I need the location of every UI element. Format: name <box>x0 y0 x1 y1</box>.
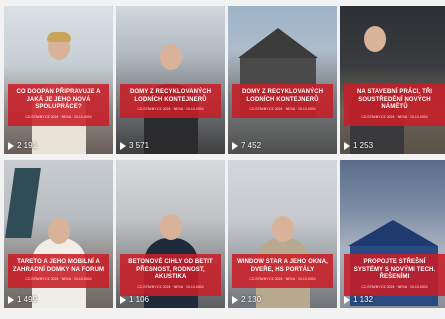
video-meta: CZ-STAVBY.CZ 2024 · NEXA · 10.10.2024 <box>137 284 204 289</box>
video-meta: CZ-STAVBY.CZ 2024 · NEXA · 10.10.2024 <box>137 107 204 111</box>
video-tile[interactable]: BETONOVÉ CIHLY OD BETIT PŘESNOST, RODNOS… <box>116 160 225 308</box>
video-grid: CO DOOPAN PŘIPRAVUJE A JAKÁ JE JEHO NOVÁ… <box>0 0 445 319</box>
video-thumbnail <box>4 6 113 154</box>
video-title: WINDOW STAR A JEHO OKNA, DVEŘE, HS PORTÁ… <box>237 259 328 273</box>
person-head <box>272 216 294 242</box>
view-count: 1 499 <box>8 295 37 305</box>
tent-roof <box>348 220 438 246</box>
view-count: 2 130 <box>232 295 261 305</box>
play-icon <box>120 296 126 304</box>
video-tile[interactable]: CO DOOPAN PŘIPRAVUJE A JAKÁ JE JEHO NOVÁ… <box>4 6 113 154</box>
play-icon <box>8 142 14 150</box>
video-caption: TARETO A JEHO MOBILNÍ A ZAHRADNÍ DOMKY N… <box>8 254 109 288</box>
video-tile[interactable]: DOMY Z RECYKLOVANÝCH LODNÍCH KONTEJNERŮ … <box>116 6 225 154</box>
view-count: 2 191 <box>8 141 37 151</box>
view-count-value: 1 132 <box>353 295 374 304</box>
video-title: TARETO A JEHO MOBILNÍ A ZAHRADNÍ DOMKY N… <box>12 259 105 273</box>
video-caption: NA STAVEBNÍ PRÁCI, TŘI SOUSTŘEDĚNÍ NOVÝC… <box>344 84 445 126</box>
person-head <box>160 214 182 240</box>
video-title: PROPOJTE STŘEŠNÍ SYSTÉMY S NOVÝMI TECH. … <box>353 259 436 280</box>
play-icon <box>232 142 238 150</box>
video-meta: CZ-STAVBY.CZ 2024 · NEXA · 10.10.2024 <box>25 277 92 281</box>
person-head <box>48 218 70 244</box>
view-count-value: 1 253 <box>353 141 374 150</box>
view-count-value: 3 571 <box>129 141 150 150</box>
view-count-value: 1 499 <box>17 295 38 304</box>
play-icon <box>344 142 350 150</box>
play-icon <box>344 296 350 304</box>
video-caption: BETONOVÉ CIHLY OD BETIT PŘESNOST, RODNOS… <box>120 254 221 296</box>
video-caption: WINDOW STAR A JEHO OKNA, DVEŘE, HS PORTÁ… <box>232 254 333 288</box>
view-count: 1 253 <box>344 141 373 151</box>
video-title: BETONOVÉ CIHLY OD BETIT PŘESNOST, RODNOS… <box>128 259 213 280</box>
video-meta: CZ-STAVBY.CZ 2024 · NEXA · 10.10.2024 <box>361 114 428 119</box>
video-meta: CZ-STAVBY.CZ 2024 · NEXA · 10.10.2024 <box>361 284 428 289</box>
person-head <box>364 26 386 52</box>
play-icon <box>232 296 238 304</box>
banner-flag <box>5 168 41 238</box>
view-count-value: 2 130 <box>241 295 262 304</box>
play-icon <box>8 296 14 304</box>
view-count-value: 1 106 <box>129 295 150 304</box>
video-caption: DOMY Z RECYKLOVANÝCH LODNÍCH KONTEJNERŮ … <box>120 84 221 118</box>
person-head <box>160 44 182 70</box>
video-thumbnail <box>340 6 445 154</box>
video-caption: PROPOJTE STŘEŠNÍ SYSTÉMY S NOVÝMI TECH. … <box>344 254 445 296</box>
video-meta: CZ-STAVBY.CZ 2024 · NEXA · 10.10.2024 <box>249 277 316 281</box>
view-count-value: 2 191 <box>17 141 38 150</box>
house-roof <box>238 28 318 58</box>
video-tile[interactable]: WINDOW STAR A JEHO OKNA, DVEŘE, HS PORTÁ… <box>228 160 337 308</box>
video-tile[interactable]: DOMY Z RECYKLOVANÝCH LODNÍCH KONTEJNERŮ … <box>228 6 337 154</box>
video-thumbnail <box>228 6 337 154</box>
video-title: DOMY Z RECYKLOVANÝCH LODNÍCH KONTEJNERŮ <box>129 89 212 103</box>
video-thumbnail <box>116 6 225 154</box>
video-tile[interactable]: TARETO A JEHO MOBILNÍ A ZAHRADNÍ DOMKY N… <box>4 160 113 308</box>
video-tile[interactable]: PROPOJTE STŘEŠNÍ SYSTÉMY S NOVÝMI TECH. … <box>340 160 445 308</box>
person-hair <box>47 32 71 42</box>
video-meta: CZ-STAVBY.CZ 2024 · NEXA · 10.10.2024 <box>25 114 92 119</box>
view-count: 1 132 <box>344 295 373 305</box>
video-meta: CZ-STAVBY.CZ 2024 · NEXA · 10.10.2024 <box>249 107 316 111</box>
video-caption: DOMY Z RECYKLOVANÝCH LODNÍCH KONTEJNERŮ … <box>232 84 333 118</box>
view-count: 7 452 <box>232 141 261 151</box>
video-title: NA STAVEBNÍ PRÁCI, TŘI SOUSTŘEDĚNÍ NOVÝC… <box>356 89 433 110</box>
video-tile[interactable]: NA STAVEBNÍ PRÁCI, TŘI SOUSTŘEDĚNÍ NOVÝC… <box>340 6 445 154</box>
view-count-value: 7 452 <box>241 141 262 150</box>
view-count: 3 571 <box>120 141 149 151</box>
play-icon <box>120 142 126 150</box>
video-title: CO DOOPAN PŘIPRAVUJE A JAKÁ JE JEHO NOVÁ… <box>16 89 101 110</box>
view-count: 1 106 <box>120 295 149 305</box>
video-caption: CO DOOPAN PŘIPRAVUJE A JAKÁ JE JEHO NOVÁ… <box>8 84 109 126</box>
video-title: DOMY Z RECYKLOVANÝCH LODNÍCH KONTEJNERŮ <box>241 89 324 103</box>
